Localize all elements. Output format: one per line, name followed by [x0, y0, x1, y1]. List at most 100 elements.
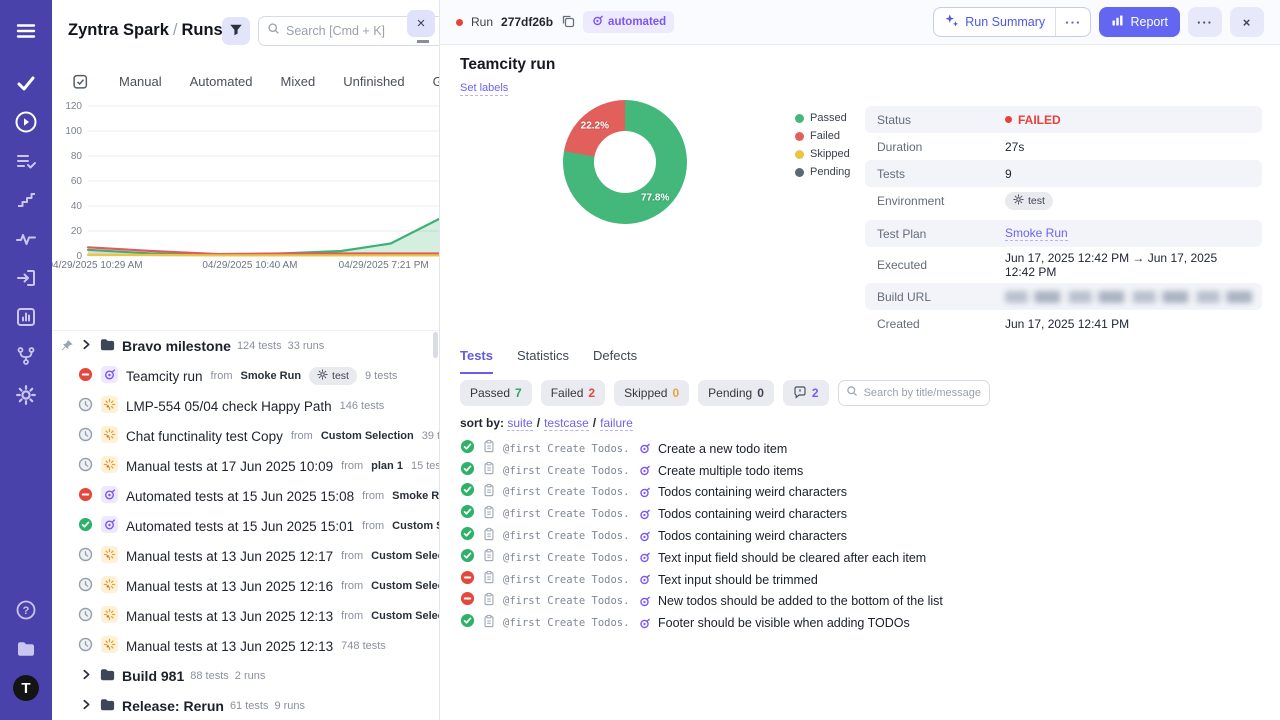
chevron-right-icon[interactable]	[80, 338, 93, 354]
run-id: 277df26b	[501, 15, 554, 29]
run-source[interactable]: plan 1	[371, 460, 403, 472]
clipboard-icon	[482, 505, 496, 524]
tab-statistics[interactable]: Statistics	[517, 348, 569, 374]
tab-mixed[interactable]: Mixed	[267, 68, 330, 95]
tab-automated[interactable]: Automated	[176, 68, 267, 95]
filter-pending-pill[interactable]: Pending 0	[698, 380, 774, 406]
test-title[interactable]: Text input field should be cleared after…	[658, 551, 926, 565]
tab-groups[interactable]: Groups	[419, 68, 439, 95]
test-row[interactable]: @first Create Todos... Todos containing w…	[460, 525, 1260, 547]
run-row[interactable]: Manual tests at 13 Jun 2025 12:13 748 tes…	[52, 631, 439, 661]
run-name: Manual tests at 13 Jun 2025 12:17	[126, 548, 334, 564]
sort-link-testcase[interactable]: testcase	[544, 416, 589, 431]
run-summary-more-button[interactable]: ···	[1055, 8, 1090, 36]
test-row[interactable]: @first Create Todos... Create multiple to…	[460, 460, 1260, 482]
menu-icon[interactable]	[9, 14, 43, 48]
tab-defects[interactable]: Defects	[593, 348, 637, 374]
run-row[interactable]: Manual tests at 13 Jun 2025 12:17 from Cus…	[52, 541, 439, 571]
steps-icon[interactable]	[9, 183, 43, 217]
test-title[interactable]: Todos containing weird characters	[658, 485, 847, 499]
test-title[interactable]: Create multiple todo items	[658, 464, 803, 478]
run-source[interactable]: Custom Selection	[371, 550, 439, 562]
tab-unfinished[interactable]: Unfinished	[329, 68, 418, 95]
check-icon[interactable]	[9, 66, 43, 100]
run-row[interactable]: Teamcity run from Smoke Run test 9 tests	[52, 361, 439, 391]
test-title[interactable]: Create a new todo item	[658, 442, 787, 456]
status-passed-icon	[460, 613, 475, 633]
test-row[interactable]: @first Create Todos... Create a new todo …	[460, 438, 1260, 460]
tab-tests[interactable]: Tests	[460, 348, 493, 374]
test-title[interactable]: New todos should be added to the bottom …	[658, 594, 943, 608]
set-labels-link[interactable]: Set labels	[460, 82, 509, 96]
manual-run-icon	[101, 456, 118, 476]
run-source[interactable]: Custom Selection	[371, 610, 439, 622]
breadcrumb-project[interactable]: Zyntra Spark	[68, 21, 169, 39]
run-row[interactable]: Automated tests at 15 Jun 2025 15:08 from…	[52, 481, 439, 511]
automated-badge[interactable]: automated	[583, 11, 675, 33]
run-group-row[interactable]: Bravo milestone 124 tests 33 runs	[52, 331, 439, 361]
run-source[interactable]: Custom Selection	[371, 580, 439, 592]
run-group-runs-count: 9 runs	[274, 700, 306, 712]
run-source[interactable]: Custom Selection	[392, 520, 439, 532]
run-summary-button[interactable]: Run Summary	[934, 8, 1055, 36]
select-all-checkbox-icon[interactable]	[72, 73, 89, 90]
run-source[interactable]: Custom Selection	[321, 430, 414, 442]
filter-count: 2	[811, 386, 819, 400]
close-run-button[interactable]: ×	[1230, 7, 1264, 37]
run-row[interactable]: Manual tests at 17 Jun 2025 10:09 from pla…	[52, 451, 439, 481]
run-group-row[interactable]: Build 981 88 tests 2 runs	[52, 661, 439, 691]
detail-label: Executed	[877, 258, 928, 272]
sort-link-failure[interactable]: failure	[600, 416, 633, 431]
sign-in-icon[interactable]	[9, 261, 43, 295]
automated-run-icon	[101, 366, 118, 386]
tab-manual[interactable]: Manual	[105, 68, 176, 95]
run-group-row[interactable]: Release: Rerun 61 tests 9 runs	[52, 691, 439, 720]
run-row[interactable]: Chat functinality test Copy from Custom Se…	[52, 421, 439, 451]
run-row[interactable]: Manual tests at 13 Jun 2025 12:16 from Cus…	[52, 571, 439, 601]
filter-failed-pill[interactable]: Failed 2	[540, 380, 606, 406]
copy-run-id-button[interactable]	[561, 14, 575, 31]
folder-icon[interactable]	[9, 632, 43, 666]
copy-icon	[561, 14, 575, 31]
run-row[interactable]: Manual tests at 13 Jun 2025 12:13 from Cus…	[52, 601, 439, 631]
more-actions-button[interactable]: ···	[1188, 7, 1222, 37]
test-plan-link[interactable]: Smoke Run	[1005, 226, 1068, 241]
chevron-right-icon[interactable]	[80, 668, 93, 684]
test-title[interactable]: Todos containing weird characters	[658, 529, 847, 543]
test-row[interactable]: @first Create Todos... Todos containing w…	[460, 482, 1260, 504]
filter-skipped-pill[interactable]: Skipped 0	[614, 380, 690, 406]
run-name: Manual tests at 17 Jun 2025 10:09	[126, 458, 334, 474]
test-row[interactable]: @first Create Todos... Text input should …	[460, 569, 1260, 591]
test-title[interactable]: Text input should be trimmed	[658, 573, 818, 587]
filter-passed-pill[interactable]: Passed 7	[460, 380, 532, 406]
run-source[interactable]: Smoke Run	[241, 370, 302, 382]
pulse-icon[interactable]	[9, 222, 43, 256]
panel-close-button[interactable]: ×	[407, 10, 435, 37]
chevron-right-icon[interactable]	[80, 698, 93, 714]
sort-link-suite[interactable]: suite	[507, 416, 533, 431]
test-title[interactable]: Todos containing weird characters	[658, 507, 847, 521]
filter-button[interactable]	[222, 17, 250, 45]
test-row[interactable]: @first Create Todos... Text input field s…	[460, 547, 1260, 569]
list-check-icon[interactable]	[9, 144, 43, 178]
test-suite: @first Create Todos...	[503, 442, 631, 455]
tests-search-input[interactable]	[863, 387, 982, 399]
gear-icon[interactable]	[9, 378, 43, 412]
run-row[interactable]: Automated tests at 15 Jun 2025 15:01 from…	[52, 511, 439, 541]
test-title[interactable]: Footer should be visible when adding TOD…	[658, 616, 910, 630]
run-row[interactable]: LMP-554 05/04 check Happy Path 146 tests	[52, 391, 439, 421]
filter-comments-pill[interactable]: 2	[782, 380, 829, 406]
run-tests-count: 146 tests	[339, 400, 385, 412]
manual-run-icon	[101, 636, 118, 656]
run-source[interactable]: Smoke Run	[392, 490, 439, 502]
test-row[interactable]: @first Create Todos... Footer should be v…	[460, 612, 1260, 634]
test-row[interactable]: @first Create Todos... Todos containing w…	[460, 503, 1260, 525]
test-row[interactable]: @first Create Todos... New todos should b…	[460, 591, 1260, 613]
logo-t[interactable]: T	[9, 671, 43, 705]
help-icon[interactable]: ?	[9, 593, 43, 627]
report-button[interactable]: Report	[1099, 7, 1180, 37]
branch-icon[interactable]	[9, 339, 43, 373]
bar-chart-icon[interactable]	[9, 300, 43, 334]
play-circle-icon[interactable]	[9, 105, 43, 139]
scrollbar-thumb[interactable]	[433, 332, 438, 358]
